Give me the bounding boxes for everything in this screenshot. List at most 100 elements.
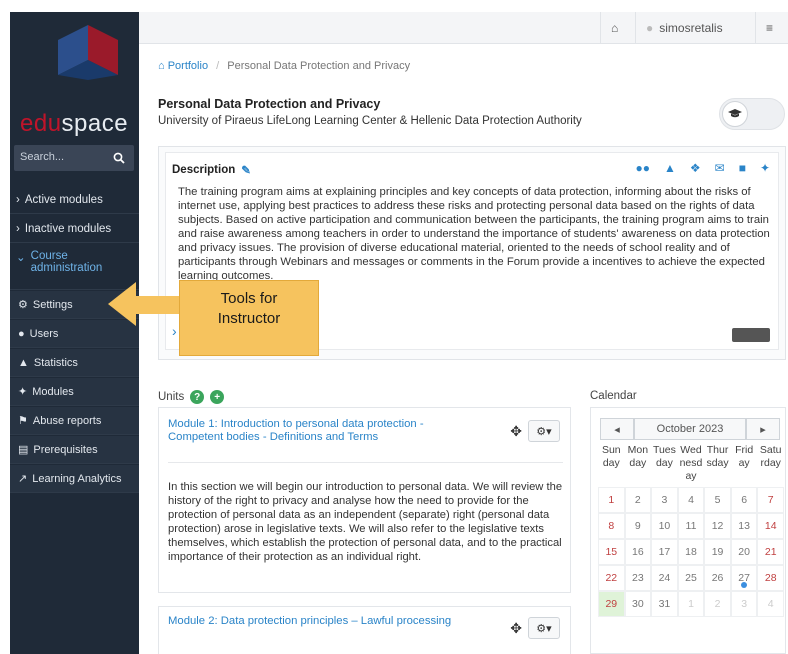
calendar-nav: ◂ October 2023 ▸: [600, 418, 780, 440]
callout-arrow-head: [108, 282, 136, 326]
calendar-day[interactable]: 26: [704, 565, 731, 591]
calendar-day[interactable]: 21: [757, 539, 784, 565]
weekday-label: Sun day: [601, 444, 621, 469]
calendar-day[interactable]: 17: [651, 539, 678, 565]
wrench-icon[interactable]: ✦: [760, 161, 770, 175]
units-header: Units ? +: [158, 390, 225, 404]
settings-menu-button[interactable]: ≡: [755, 12, 788, 44]
envelope-icon[interactable]: ✉: [715, 161, 725, 175]
calendar-day[interactable]: 7: [757, 487, 784, 513]
top-bar: ⌂ ● simosretalis ≡: [139, 12, 788, 44]
breadcrumb-portfolio[interactable]: ⌂ Portfolio: [158, 60, 208, 72]
help-icon[interactable]: ?: [190, 390, 205, 404]
calendar-day[interactable]: 24: [651, 565, 678, 591]
course-institution: University of Piraeus LifeLong Learning …: [158, 115, 582, 127]
unit-card: Module 1: Introduction to personal data …: [158, 407, 571, 593]
calendar-day[interactable]: 13: [730, 513, 758, 539]
calendar-day-outside[interactable]: 1: [677, 591, 705, 617]
flag-icon: ⚑: [18, 415, 28, 427]
sidebar-item-prerequisites[interactable]: ▤ Prerequisites: [10, 436, 139, 464]
calendar-day[interactable]: 28: [757, 565, 784, 591]
brand-logo[interactable]: eduspace: [20, 110, 128, 138]
calendar-day-outside[interactable]: 4: [757, 591, 784, 617]
calendar-day[interactable]: 16: [624, 539, 652, 565]
calendar-day[interactable]: 5: [704, 487, 731, 513]
calendar-widget: ◂ October 2023 ▸ Sun day Mon day Tues da…: [590, 407, 786, 654]
lock-icon[interactable]: ■: [739, 161, 746, 175]
search-icon: [113, 152, 125, 164]
callout-arrow-shaft: [134, 296, 180, 314]
weekday-label: Tues day: [652, 444, 676, 469]
calendar-day[interactable]: 4: [677, 487, 705, 513]
calendar-day[interactable]: 1: [598, 487, 625, 513]
sidebar-item-modules[interactable]: ✦ Modules: [10, 378, 139, 406]
description-header: Description ✎: [172, 163, 251, 177]
unit-settings-button[interactable]: ⚙▾: [528, 617, 560, 639]
next-month-button[interactable]: ▸: [746, 418, 780, 440]
home-button[interactable]: ⌂: [600, 12, 635, 44]
unit-description: In this section we will begin our introd…: [168, 481, 563, 563]
calendar-day[interactable]: 25: [677, 565, 705, 591]
add-unit-icon[interactable]: +: [210, 390, 225, 404]
tag-icon[interactable]: ❖: [690, 161, 701, 175]
prev-month-button[interactable]: ◂: [600, 418, 634, 440]
edit-pencil-icon[interactable]: ✎: [241, 163, 251, 177]
calendar-day[interactable]: 23: [624, 565, 652, 591]
calendar-day-outside[interactable]: 2: [704, 591, 731, 617]
calendar-day[interactable]: 15: [598, 539, 625, 565]
calendar-day[interactable]: 11: [677, 513, 705, 539]
sidebar-item-abuse-reports[interactable]: ⚑ Abuse reports: [10, 407, 139, 435]
users-icon[interactable]: ●●: [635, 161, 650, 175]
move-icon[interactable]: ✥: [510, 423, 522, 440]
gear-icon: ⚙▾: [536, 425, 552, 438]
calendar-day[interactable]: 9: [624, 513, 652, 539]
search-box: Search...: [14, 145, 134, 171]
calendar-day[interactable]: 19: [704, 539, 731, 565]
home-icon: ⌂: [611, 21, 619, 35]
calendar-day[interactable]: 8: [598, 513, 625, 539]
user-menu[interactable]: ● simosretalis: [635, 12, 755, 44]
unit-settings-button[interactable]: ⚙▾: [528, 420, 560, 442]
calendar-day[interactable]: 10: [651, 513, 678, 539]
calendar-day[interactable]: 22: [598, 565, 625, 591]
course-tools: ●● ▲ ❖ ✉ ■ ✦: [635, 161, 770, 175]
chevron-right-icon: ›: [16, 222, 20, 235]
sidebar-item-label: Modules: [32, 385, 74, 398]
student-view-toggle[interactable]: [719, 98, 785, 130]
calendar-day[interactable]: 14: [757, 513, 784, 539]
sidebar-item-label: Course administration: [30, 250, 103, 274]
sidebar-item-learning-analytics[interactable]: ↗ Learning Analytics: [10, 465, 139, 493]
weekday-label: Thur sday: [706, 444, 729, 469]
unit-title[interactable]: Module 1: Introduction to personal data …: [168, 418, 458, 444]
calendar-day[interactable]: 31: [651, 591, 678, 617]
logo-icon: [58, 25, 118, 80]
sidebar-item-statistics[interactable]: ▲ Statistics: [10, 349, 139, 377]
calendar-day[interactable]: 6: [730, 487, 758, 513]
calendar-days: 1 2 3 4 5 6 7 8 9 10 11 12 13 14 15 16 1…: [598, 487, 784, 617]
sidebar-item-inactive-modules[interactable]: › Inactive modules: [10, 215, 139, 243]
institution-icon: ▤: [18, 444, 29, 456]
description-label: Description: [172, 164, 236, 176]
sidebar-item-active-modules[interactable]: › Active modules: [10, 186, 139, 214]
calendar-day-today[interactable]: 29: [598, 591, 625, 617]
weekday-label: Mon day: [627, 444, 649, 469]
calendar-day[interactable]: 3: [651, 487, 678, 513]
expand-chevron-icon[interactable]: ›: [172, 323, 177, 339]
search-button[interactable]: [106, 147, 132, 169]
calendar-day-event[interactable]: 27: [730, 565, 758, 591]
calendar-day[interactable]: 18: [677, 539, 705, 565]
calendar-day[interactable]: 20: [730, 539, 758, 565]
unit-title[interactable]: Module 2: Data protection principles – L…: [168, 615, 458, 628]
calendar-day[interactable]: 12: [704, 513, 731, 539]
instructor-tools-callout: Tools for Instructor: [179, 280, 319, 356]
calendar-day-outside[interactable]: 3: [730, 591, 758, 617]
breadcrumb-current: Personal Data Protection and Privacy: [227, 60, 411, 72]
move-icon[interactable]: ✥: [510, 620, 522, 637]
divider: [168, 462, 563, 463]
calendar-day[interactable]: 30: [624, 591, 652, 617]
chevron-down-icon: ⌄: [16, 252, 26, 264]
sidebar: eduspace Search... › Active modules › In…: [10, 12, 139, 654]
calendar-day[interactable]: 2: [624, 487, 652, 513]
area-chart-icon[interactable]: ▲: [664, 161, 676, 175]
search-input[interactable]: Search...: [20, 151, 64, 163]
